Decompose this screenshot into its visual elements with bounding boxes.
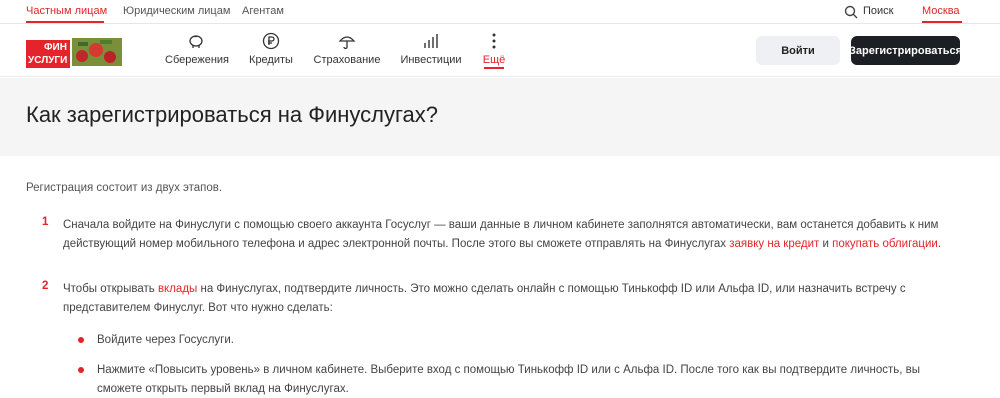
segment-agents[interactable]: Агентам xyxy=(242,5,284,17)
finuslugi-logo[interactable]: ФИН УСЛУГИ xyxy=(26,36,124,68)
logo-line1: ФИН xyxy=(44,42,67,53)
chart-icon xyxy=(424,34,438,48)
step-text: Сначала войдите на Финуслуги с помощью с… xyxy=(63,219,942,250)
nav-credits-label: Кредиты xyxy=(249,54,293,66)
bullet-text: Нажмите «Повысить уровень» в личном каби… xyxy=(97,364,921,395)
piggy-bank-icon xyxy=(189,35,203,48)
ruble-coin-icon xyxy=(262,32,280,50)
active-nav-indicator xyxy=(484,67,504,69)
nav-savings[interactable]: Сбережения xyxy=(165,32,230,74)
bullet-text: Войдите через Госуслуги. xyxy=(97,334,234,346)
nav-credits[interactable]: Кредиты xyxy=(247,32,295,74)
credit-application-link[interactable]: заявку на кредит xyxy=(729,238,819,250)
segment-individuals[interactable]: Частным лицам xyxy=(26,5,107,17)
deposits-link[interactable]: вклады xyxy=(158,283,197,295)
intro-text: Регистрация состоит из двух этапов. xyxy=(26,182,223,194)
buy-bonds-link[interactable]: покупать облигации xyxy=(832,238,938,250)
nav-investments[interactable]: Инвестиции xyxy=(400,32,462,74)
step-number: 1 xyxy=(42,216,49,228)
city-indicator xyxy=(922,21,962,23)
nav-more-label: Ещё xyxy=(482,54,506,66)
nav-insurance[interactable]: Страхование xyxy=(313,32,381,74)
bullet-dot xyxy=(78,337,84,343)
bullet-dot xyxy=(78,367,84,373)
page-title: Как зарегистрироваться на Финуслугах? xyxy=(26,102,438,127)
search-link[interactable]: Поиск xyxy=(863,5,893,17)
step-number: 2 xyxy=(42,280,49,292)
nav-savings-label: Сбережения xyxy=(165,54,230,66)
city-selector[interactable]: Москва xyxy=(922,5,960,17)
page-header: Как зарегистрироваться на Финуслугах? xyxy=(0,78,1000,156)
umbrella-icon xyxy=(338,36,356,50)
segment-legal-entities[interactable]: Юридическим лицам xyxy=(123,5,230,17)
main-navbar: ФИН УСЛУГИ Сбережения Кредиты Страховани xyxy=(0,24,1000,77)
active-segment-indicator xyxy=(26,21,104,23)
nav-insurance-label: Страхование xyxy=(313,54,381,66)
logo-line2: УСЛУГИ xyxy=(28,55,67,66)
login-button[interactable]: Войти xyxy=(756,36,840,65)
nav-investments-label: Инвестиции xyxy=(400,54,462,66)
search-icon[interactable] xyxy=(844,5,858,19)
register-button[interactable]: Зарегистрироваться xyxy=(849,36,962,65)
more-vertical-icon xyxy=(492,33,496,49)
step-text: Чтобы открывать вклады на Финуслугах, по… xyxy=(63,283,906,314)
top-segment-bar: Частным лицам Юридическим лицам Агентам … xyxy=(0,0,1000,24)
